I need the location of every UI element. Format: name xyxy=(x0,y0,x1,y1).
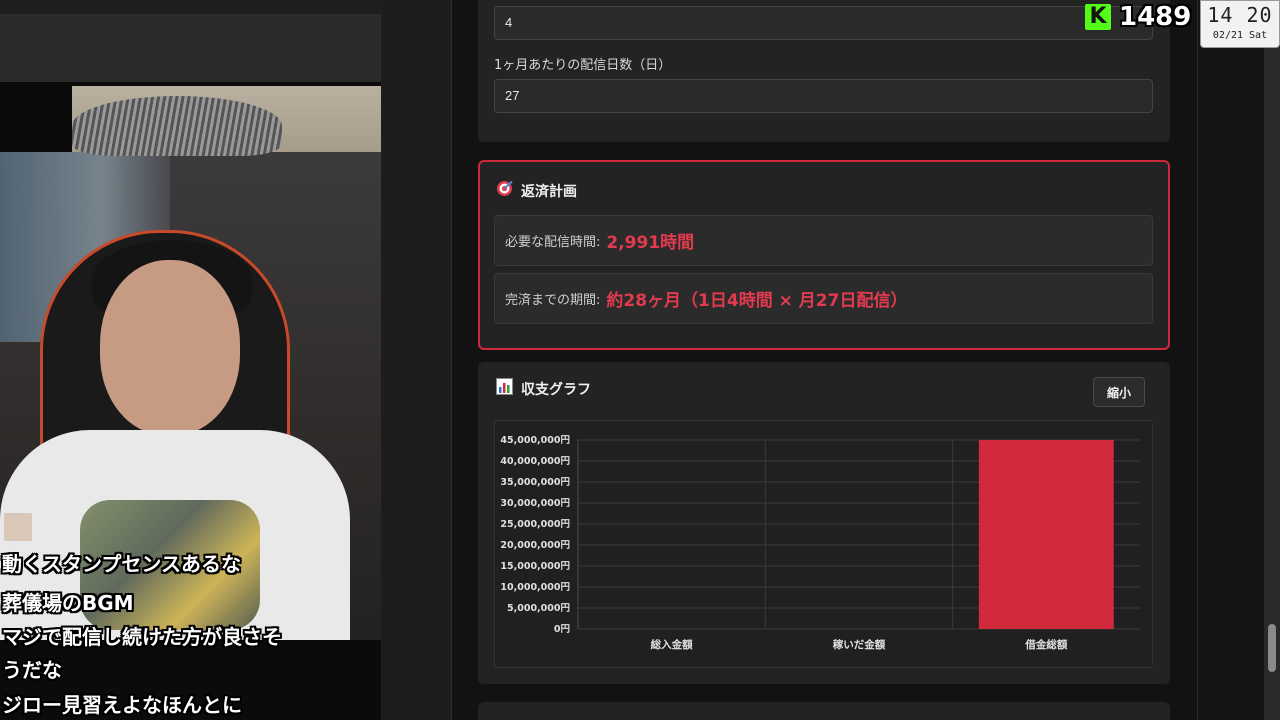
next-card xyxy=(478,702,1170,720)
y-tick-label: 35,000,000円 xyxy=(500,477,570,488)
payoff-period-row: 完済までの期間: 約28ヶ月（1日4時間 × 月27日配信） xyxy=(494,273,1153,324)
balance-bar-chart: 0円 5,000,000円 10,000,000円 15,000,000円 20,000… xyxy=(500,435,1140,651)
target-icon xyxy=(496,180,513,201)
chat-message: うだな xyxy=(2,658,62,682)
kick-logo-icon: K xyxy=(1085,4,1111,30)
y-tick-label: 30,000,000円 xyxy=(500,498,570,509)
shrink-button[interactable]: 縮小 xyxy=(1093,377,1145,407)
stream-panel xyxy=(0,14,381,82)
y-tick-label: 10,000,000円 xyxy=(500,582,570,593)
stream-topbar xyxy=(0,0,381,14)
screen: 動くスタンプセンスあるな 葬儀場のBGM マジで配信し続けた方が良さそ うだな … xyxy=(0,0,1280,720)
days-per-month-field[interactable]: 27 xyxy=(494,79,1153,113)
viewer-count: 1489 xyxy=(1119,2,1192,32)
y-tick-label: 15,000,000円 xyxy=(500,561,570,572)
days-per-month-label: 1ヶ月あたりの配信日数（日） xyxy=(494,58,672,73)
repayment-plan-heading: 返済計画 xyxy=(496,180,577,201)
y-tick-label: 40,000,000円 xyxy=(500,456,570,467)
chat-message: マジで配信し続けた方が良さそ xyxy=(2,625,282,649)
required-hours-label: 必要な配信時間: xyxy=(505,235,601,250)
payoff-period-label: 完済までの期間: xyxy=(505,293,601,308)
required-hours-row: 必要な配信時間: 2,991時間 xyxy=(494,215,1153,266)
chat-message: 動くスタンプセンスあるな xyxy=(2,552,241,576)
x-tick-label: 稼いだ金額 xyxy=(833,638,886,651)
balance-graph-title: 収支グラフ xyxy=(521,381,591,398)
repayment-plan-title: 返済計画 xyxy=(521,183,577,200)
webcam-microphone-cover xyxy=(72,96,282,156)
y-tick-label: 25,000,000円 xyxy=(500,519,570,530)
scrollbar-thumb[interactable] xyxy=(1268,624,1276,672)
clock-time: 14 20 xyxy=(1207,3,1273,27)
y-tick-label: 0円 xyxy=(554,624,570,635)
clock-date: 02/21 Sat xyxy=(1212,30,1268,41)
chat-message: 葬儀場のBGM xyxy=(2,591,134,615)
payoff-period-value: 約28ヶ月（1日4時間 × 月27日配信） xyxy=(606,291,908,311)
kick-viewer-badge: K 1489 xyxy=(1085,2,1191,32)
x-tick-label: 総入金額 xyxy=(651,638,693,651)
chat-avatar xyxy=(4,513,32,541)
hours-per-day-field[interactable]: 4 xyxy=(494,6,1153,40)
stream-overlay: 動くスタンプセンスあるな 葬儀場のBGM マジで配信し続けた方が良さそ うだな … xyxy=(0,0,381,720)
bar-2 xyxy=(978,440,1114,629)
chat-message: ジロー見習えよなほんとに xyxy=(2,693,242,717)
page-margin xyxy=(1198,0,1264,720)
required-hours-value: 2,991時間 xyxy=(606,233,695,253)
bar-chart-icon xyxy=(496,378,513,399)
y-tick-label: 20,000,000円 xyxy=(500,540,570,551)
y-tick-label: 45,000,000円 xyxy=(500,435,570,446)
streamer-face xyxy=(100,260,240,435)
balance-graph-heading: 収支グラフ xyxy=(496,378,591,399)
x-tick-label: 借金総額 xyxy=(1024,638,1068,651)
scrollbar-track[interactable] xyxy=(1264,0,1280,720)
clock-widget: 14 20 02/21 Sat xyxy=(1200,0,1280,48)
y-tick-label: 5,000,000円 xyxy=(507,603,570,614)
